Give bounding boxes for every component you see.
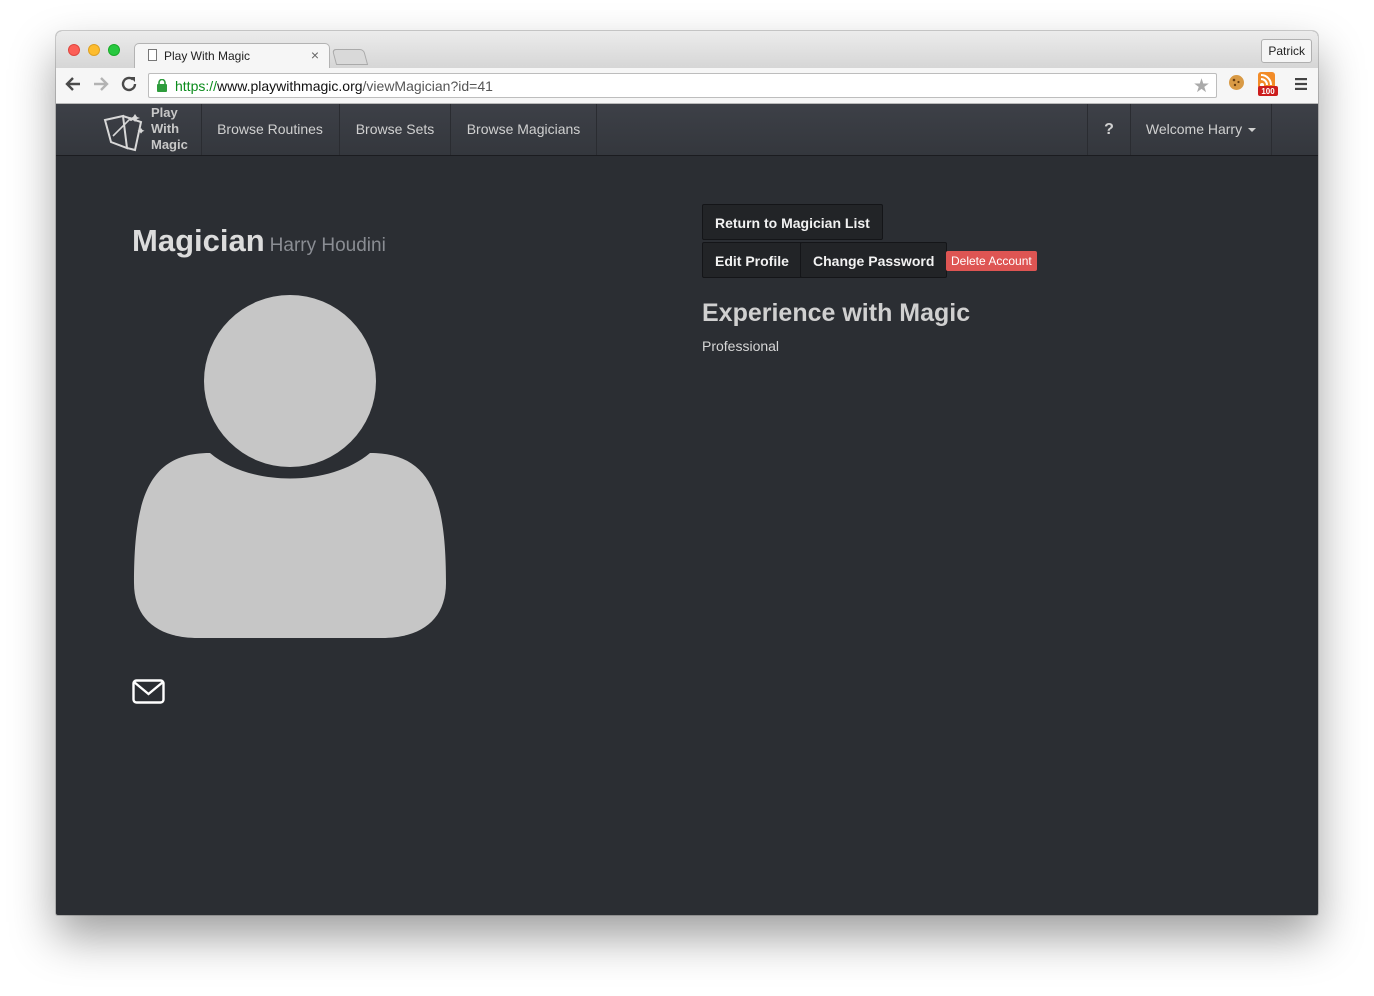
close-window-button[interactable] <box>68 44 80 56</box>
nav-browse-sets[interactable]: Browse Sets <box>340 104 451 155</box>
caret-down-icon <box>1248 128 1257 133</box>
cookie-icon[interactable] <box>1228 74 1245 96</box>
browser-toolbar: https://www.playwithmagic.org/viewMagici… <box>56 68 1318 104</box>
brand-link[interactable]: Play With Magic <box>101 104 202 155</box>
tab-title: Play With Magic <box>164 49 251 63</box>
back-icon[interactable] <box>64 75 82 97</box>
bookmark-star-icon[interactable]: ★ <box>1193 75 1210 98</box>
edit-profile-button[interactable]: Edit Profile <box>702 242 802 278</box>
lock-icon <box>157 78 167 92</box>
reload-icon[interactable] <box>120 75 138 97</box>
tab-strip: Play With Magic × Patrick <box>56 31 1318 69</box>
page-title-text: Magician <box>132 223 265 258</box>
minimize-window-button[interactable] <box>88 44 100 56</box>
browser-window: Play With Magic × Patrick https://www.pl… <box>56 31 1318 915</box>
browser-tab[interactable]: Play With Magic × <box>134 43 330 69</box>
profile-button[interactable]: Patrick <box>1261 39 1312 63</box>
experience-heading: Experience with Magic <box>702 299 971 327</box>
experience-value: Professional <box>702 338 780 354</box>
zoom-window-button[interactable] <box>108 44 120 56</box>
new-tab-button[interactable] <box>331 49 369 65</box>
app-navbar: Play With Magic Browse Routines Browse S… <box>56 104 1318 156</box>
address-bar[interactable]: https://www.playwithmagic.org/viewMagici… <box>148 73 1217 98</box>
nav-browse-routines[interactable]: Browse Routines <box>201 104 340 155</box>
forward-icon[interactable] <box>92 75 110 97</box>
change-password-button[interactable]: Change Password <box>800 242 948 278</box>
user-menu-dropdown[interactable]: Welcome Harry <box>1131 104 1272 155</box>
tab-close-icon[interactable]: × <box>311 47 319 63</box>
url-text: https://www.playwithmagic.org/viewMagici… <box>175 78 493 94</box>
delete-account-button[interactable]: Delete Account <box>946 251 1037 271</box>
rss-icon[interactable]: 100 <box>1257 71 1279 102</box>
email-icon[interactable] <box>132 679 165 709</box>
page-title: Magician Harry Houdini <box>132 223 386 259</box>
nav-browse-magicians[interactable]: Browse Magicians <box>451 104 597 155</box>
avatar-placeholder-icon <box>132 295 448 644</box>
brand-text: Play With Magic <box>151 105 188 152</box>
magic-book-logo-icon <box>101 108 149 157</box>
document-icon <box>148 49 157 61</box>
magician-name: Harry Houdini <box>269 235 386 256</box>
help-link[interactable]: ? <box>1087 104 1131 155</box>
menu-icon[interactable] <box>1294 77 1308 96</box>
svg-text:100: 100 <box>1261 87 1275 96</box>
return-to-list-button[interactable]: Return to Magician List <box>702 204 883 240</box>
user-menu-label: Welcome Harry <box>1145 121 1243 137</box>
